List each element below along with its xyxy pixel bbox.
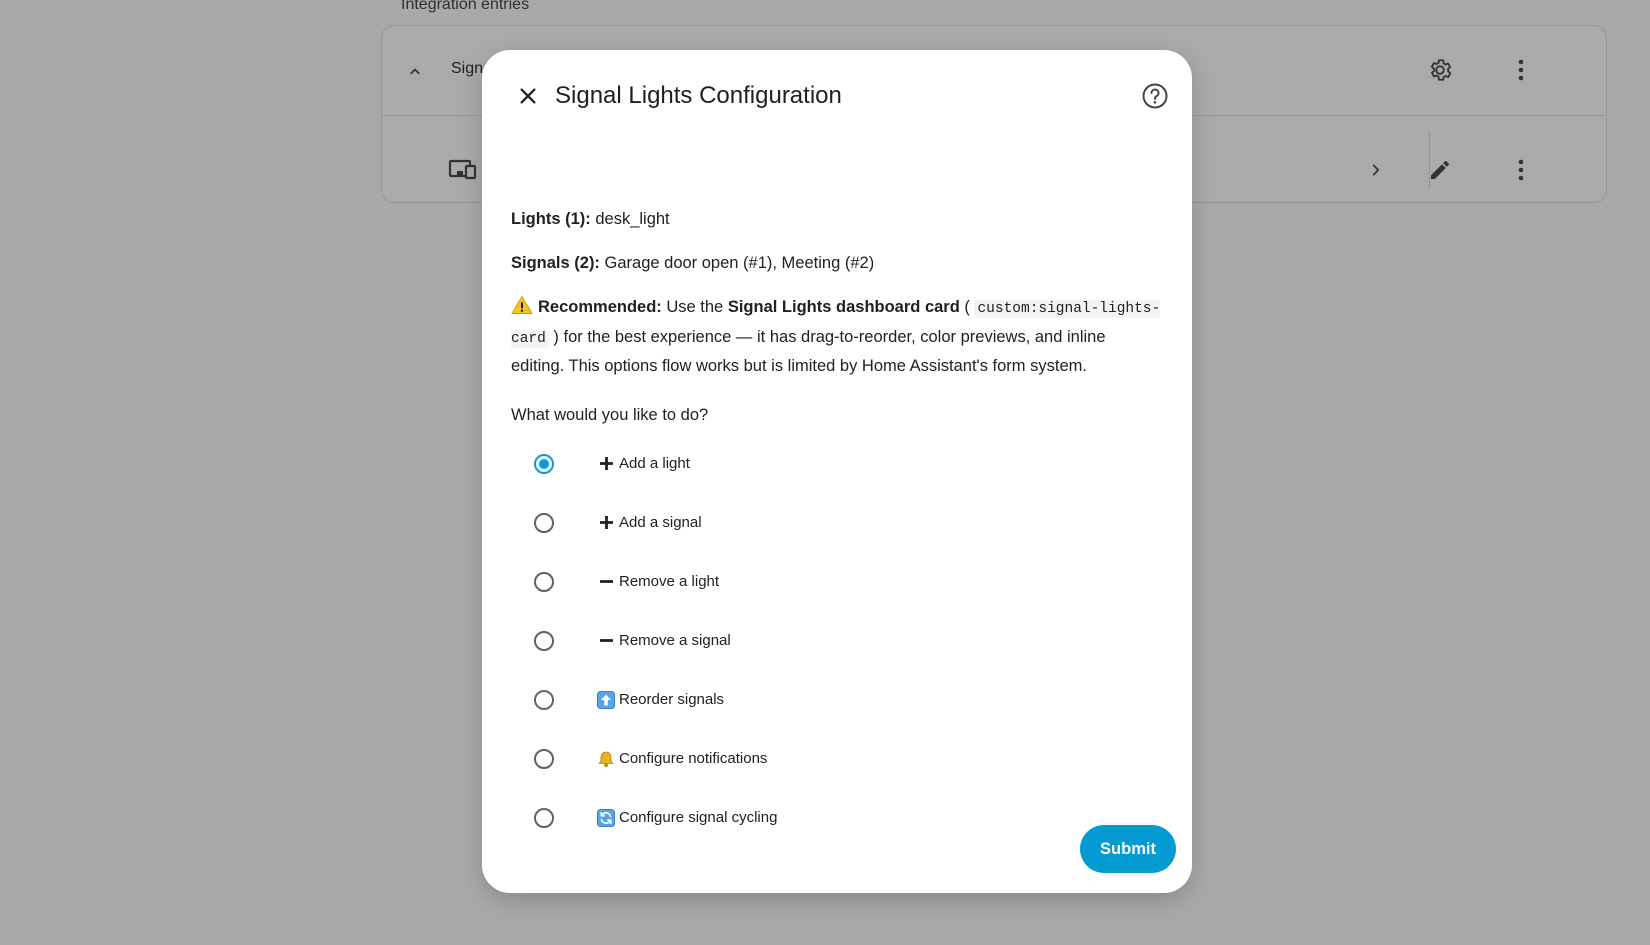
recommendation-note: Recommended: Use the Signal Lights dashb… [511, 294, 1161, 380]
option-label: Configure notifications [597, 750, 767, 768]
chevron-up-icon[interactable] [400, 56, 430, 86]
radio-configure-signal-cycling[interactable] [522, 796, 566, 840]
option-configure-signal-cycling[interactable]: Configure signal cycling [522, 788, 1122, 847]
option-label: Remove a light [597, 573, 719, 591]
more-vertical-icon[interactable] [1506, 55, 1536, 85]
pencil-icon[interactable] [1425, 155, 1455, 185]
action-question: What would you like to do? [511, 406, 709, 424]
radio-configure-notifications[interactable] [522, 737, 566, 781]
option-label: Configure signal cycling [597, 808, 778, 827]
signals-value: Garage door open (#1), Meeting (#2) [604, 254, 875, 272]
cycle-icon [597, 808, 615, 827]
option-text: Add a light [619, 455, 690, 472]
bell-icon [597, 750, 615, 768]
submit-button[interactable]: Submit [1080, 825, 1176, 873]
action-radio-group: Add a light Add a signal Remove a light [522, 434, 1122, 847]
option-text: Configure notifications [619, 750, 768, 767]
section-title: Integration entries [401, 0, 530, 13]
option-label: Add a light [597, 455, 690, 473]
radio-dot [539, 458, 549, 469]
option-text: Reorder signals [619, 691, 725, 708]
signals-summary: Signals (2): Garage door open (#1), Meet… [511, 250, 874, 277]
help-icon[interactable] [1135, 76, 1175, 116]
warning-icon [511, 295, 533, 324]
options-dialog: Signal Lights Configuration Lights (1): … [482, 50, 1192, 893]
radio-outer [534, 453, 554, 474]
radio-add-light[interactable] [522, 442, 566, 486]
radio-outer [534, 748, 554, 769]
recommend-rest: ) for the best experience — it has drag-… [511, 328, 1106, 375]
gear-icon[interactable] [1425, 55, 1455, 85]
signals-label: Signals (2): [511, 254, 600, 272]
option-add-signal[interactable]: Add a signal [522, 493, 1122, 552]
option-configure-notifications[interactable]: Configure notifications [522, 729, 1122, 788]
integration-entry-title: Sign [451, 60, 484, 77]
option-text: Remove a light [619, 573, 720, 590]
option-label: Add a signal [597, 514, 702, 532]
recommend-pre: Use the [666, 298, 724, 316]
lights-label: Lights (1): [511, 210, 591, 228]
devices-icon [448, 155, 478, 185]
option-add-light[interactable]: Add a light [522, 434, 1122, 493]
radio-remove-light[interactable] [522, 560, 566, 604]
recommend-card-name: Signal Lights dashboard card [727, 298, 960, 316]
minus-icon [597, 573, 615, 591]
chevron-right-icon[interactable] [1361, 155, 1391, 185]
radio-outer [534, 807, 554, 828]
radio-outer [534, 512, 554, 533]
option-reorder-signals[interactable]: Reorder signals [522, 670, 1122, 729]
radio-outer [534, 571, 554, 592]
dialog-title: Signal Lights Configuration [555, 82, 842, 109]
close-icon[interactable] [506, 74, 550, 118]
recommend-label: Recommended: [538, 298, 662, 316]
recommend-open: ( [964, 298, 970, 316]
plus-icon [597, 455, 615, 473]
option-text: Remove a signal [619, 632, 731, 649]
option-label: Remove a signal [597, 632, 731, 650]
option-text: Configure signal cycling [619, 809, 778, 826]
option-remove-light[interactable]: Remove a light [522, 552, 1122, 611]
option-remove-signal[interactable]: Remove a signal [522, 611, 1122, 670]
lights-summary: Lights (1): desk_light [511, 206, 670, 233]
option-text: Add a signal [619, 514, 702, 531]
radio-outer [534, 689, 554, 710]
lights-value: desk_light [595, 210, 670, 228]
radio-add-signal[interactable] [522, 501, 566, 545]
radio-remove-signal[interactable] [522, 619, 566, 663]
minus-icon [597, 632, 615, 650]
up-arrow-icon [597, 690, 615, 709]
plus-icon [597, 514, 615, 532]
option-label: Reorder signals [597, 690, 725, 709]
radio-reorder-signals[interactable] [522, 678, 566, 722]
radio-outer [534, 630, 554, 651]
more-vertical-icon[interactable] [1506, 155, 1536, 185]
